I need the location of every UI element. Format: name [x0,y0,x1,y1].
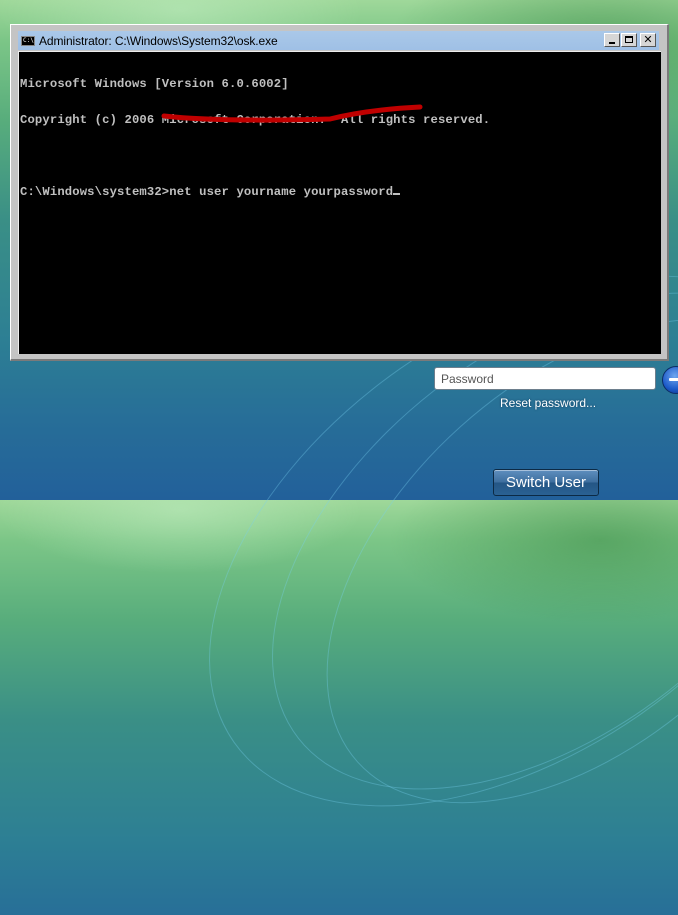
console-line: Microsoft Windows [Version 6.0.6002] [20,77,289,91]
console-icon: C:\ [21,35,35,46]
console-command: C:\Windows\system32>net user yourname yo… [20,185,394,199]
close-button[interactable]: ✕ [640,33,656,47]
console-output[interactable]: Microsoft Windows [Version 6.0.6002] Cop… [18,51,661,354]
console-command-line: C:\Windows\system32>net user yourname yo… [20,186,661,198]
maximize-button[interactable] [621,33,637,47]
reset-password-link[interactable]: Reset password... [500,396,596,410]
minimize-button[interactable] [604,33,620,47]
window-titlebar[interactable]: C:\ Administrator: C:\Windows\System32\o… [18,31,659,50]
window-controls: ✕ [604,33,656,47]
text-cursor [393,193,401,195]
console-window[interactable]: C:\ Administrator: C:\Windows\System32\o… [10,24,669,361]
console-line: Copyright (c) 2006 Microsoft Corporation… [20,113,491,127]
switch-user-button[interactable]: Switch User [493,469,599,496]
password-input[interactable] [434,367,656,390]
window-title: Administrator: C:\Windows\System32\osk.e… [39,33,278,48]
